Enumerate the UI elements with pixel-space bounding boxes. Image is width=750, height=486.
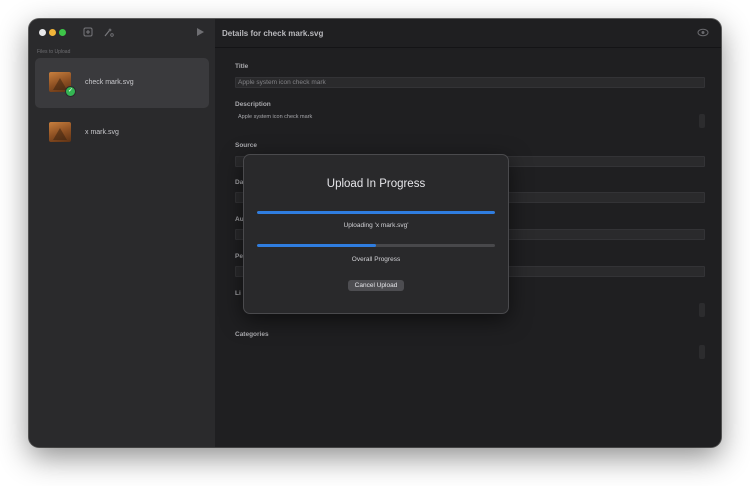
file-progress-bar: [257, 211, 495, 214]
play-icon[interactable]: [196, 27, 205, 40]
file-item-x-mark[interactable]: x mark.svg: [35, 108, 209, 158]
file-item-label: x mark.svg: [85, 129, 119, 136]
categories-scroller[interactable]: [699, 345, 705, 359]
cancel-upload-button[interactable]: Cancel Upload: [348, 280, 404, 291]
description-scroller[interactable]: [699, 114, 705, 128]
license-scroller[interactable]: [699, 303, 705, 317]
file-progress-label: Uploading 'x mark.svg': [343, 222, 409, 229]
license-label: Li: [235, 290, 241, 297]
details-header: Details for check mark.svg: [215, 19, 721, 48]
minimize-window-button[interactable]: [49, 29, 56, 36]
permission-label: Pe: [235, 253, 243, 260]
checkmark-badge-icon: ✓: [65, 86, 76, 97]
description-label: Description: [235, 101, 271, 108]
eye-icon[interactable]: [697, 28, 709, 40]
dialog-title: Upload In Progress: [326, 178, 426, 190]
add-file-icon[interactable]: [83, 27, 93, 40]
categories-label: Categories: [235, 331, 269, 338]
zoom-window-button[interactable]: [59, 29, 66, 36]
file-thumbnail: [49, 122, 71, 142]
overall-progress-bar: [257, 244, 495, 247]
close-window-button[interactable]: [39, 29, 46, 36]
sidebar: Files to Upload ✓ check mark.svg x mark.…: [29, 19, 216, 447]
wand-icon[interactable]: [103, 27, 114, 41]
overall-progress-label: Overall Progress: [351, 256, 401, 263]
file-item-check-mark[interactable]: ✓ check mark.svg: [35, 58, 209, 108]
title-label: Title: [235, 63, 249, 70]
source-label: Source: [235, 142, 258, 149]
upload-progress-dialog: Upload In Progress Uploading 'x mark.svg…: [243, 154, 509, 314]
file-item-label: check mark.svg: [85, 79, 134, 86]
file-progress-fill: [257, 211, 495, 214]
overall-progress-fill: [257, 244, 376, 247]
sidebar-section-label: Files to Upload: [37, 49, 71, 55]
description-value[interactable]: Apple system icon check mark: [238, 114, 312, 120]
title-field-placeholder: Apple system icon check mark: [238, 79, 326, 86]
page-title: Details for check mark.svg: [222, 29, 324, 38]
